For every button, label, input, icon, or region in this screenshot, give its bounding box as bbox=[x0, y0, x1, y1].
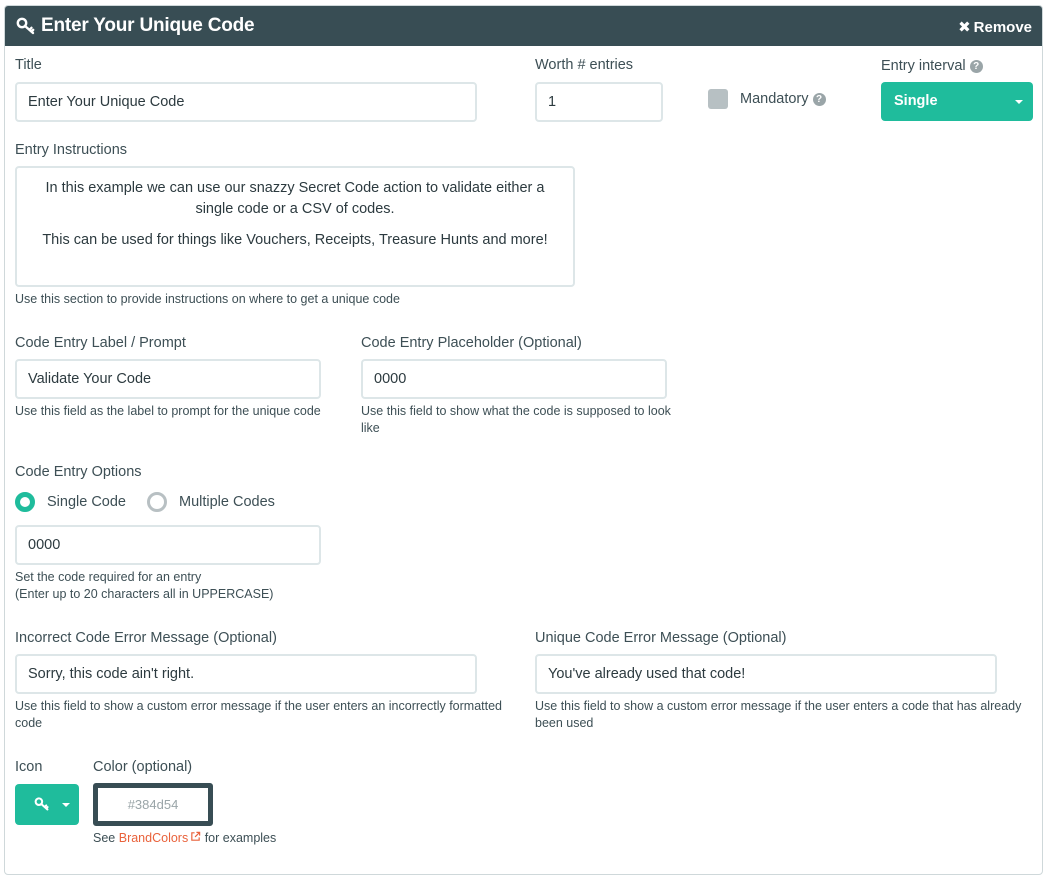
unique-error-help: Use this field to show a custom error me… bbox=[535, 699, 1022, 730]
external-link-icon bbox=[191, 831, 201, 841]
entry-interval-text: Entry interval bbox=[881, 58, 966, 74]
help-icon[interactable]: ? bbox=[812, 93, 826, 106]
multiple-codes-radio[interactable] bbox=[147, 492, 167, 512]
key-icon bbox=[34, 797, 49, 811]
help-icon[interactable]: ? bbox=[969, 60, 983, 73]
instructions-line-1: In this example we can use our snazzy Se… bbox=[45, 180, 545, 217]
title-input[interactable]: Enter Your Unique Code bbox=[15, 82, 477, 122]
entry-interval-select[interactable]: Single bbox=[881, 82, 1033, 121]
panel-header: Enter Your Unique Code ✖ Remove bbox=[5, 6, 1042, 46]
incorrect-error-input[interactable]: Sorry, this code ain't right. bbox=[15, 654, 477, 694]
entry-interval-value: Single bbox=[894, 93, 938, 109]
chevron-down-icon bbox=[62, 803, 70, 807]
mandatory-text: Mandatory bbox=[740, 91, 809, 107]
mandatory-label: Mandatory? bbox=[740, 91, 826, 107]
code-label-label: Code Entry Label / Prompt bbox=[15, 335, 186, 351]
worth-entries-input[interactable]: 1 bbox=[535, 82, 663, 122]
worth-entries-label: Worth # entries bbox=[535, 57, 634, 73]
color-help: See BrandColors for examples bbox=[93, 830, 276, 847]
color-help-prefix: See bbox=[93, 831, 116, 845]
code-placeholder-help: Use this field to show what the code is … bbox=[361, 404, 671, 435]
code-label-input[interactable]: Validate Your Code bbox=[15, 359, 321, 399]
remove-button[interactable]: ✖ Remove bbox=[958, 18, 1032, 36]
entry-interval-label: Entry interval? bbox=[881, 58, 983, 74]
panel-title: Enter Your Unique Code bbox=[41, 15, 255, 36]
close-icon: ✖ bbox=[958, 19, 971, 36]
instructions-textarea[interactable]: In this example we can use our snazzy Se… bbox=[15, 166, 575, 287]
multiple-codes-label[interactable]: Multiple Codes bbox=[179, 494, 275, 510]
instructions-label: Entry Instructions bbox=[15, 142, 128, 158]
code-value-input[interactable]: 0000 bbox=[15, 525, 321, 565]
icon-picker-button[interactable] bbox=[15, 784, 79, 825]
incorrect-error-label: Incorrect Code Error Message (Optional) bbox=[15, 630, 277, 646]
color-help-suffix: for examples bbox=[204, 831, 277, 845]
color-input[interactable]: #384d54 bbox=[93, 783, 213, 826]
key-icon bbox=[16, 17, 35, 35]
code-options-label: Code Entry Options bbox=[15, 464, 142, 480]
code-entry-panel: Enter Your Unique Code ✖ Remove Title Ent… bbox=[4, 5, 1043, 875]
title-label: Title bbox=[15, 57, 42, 73]
color-label: Color (optional) bbox=[93, 759, 193, 775]
chevron-down-icon bbox=[1015, 100, 1023, 104]
remove-label: Remove bbox=[973, 19, 1032, 36]
instructions-line-2: This can be used for things like Voucher… bbox=[42, 232, 548, 248]
code-label-help: Use this field as the label to prompt fo… bbox=[15, 404, 321, 418]
icon-label: Icon bbox=[15, 759, 43, 775]
instructions-help: Use this section to provide instructions… bbox=[15, 292, 400, 306]
code-value-help-1: Set the code required for an entry bbox=[15, 570, 202, 584]
code-placeholder-label: Code Entry Placeholder (Optional) bbox=[361, 335, 582, 351]
brandcolors-link[interactable]: BrandColors bbox=[119, 831, 201, 845]
code-placeholder-input[interactable]: 0000 bbox=[361, 359, 667, 399]
incorrect-error-help: Use this field to show a custom error me… bbox=[15, 699, 503, 730]
unique-error-input[interactable]: You've already used that code! bbox=[535, 654, 997, 694]
mandatory-checkbox[interactable] bbox=[708, 89, 728, 109]
single-code-label[interactable]: Single Code bbox=[47, 494, 126, 510]
brandcolors-link-text: BrandColors bbox=[118, 831, 189, 845]
single-code-radio[interactable] bbox=[15, 492, 35, 512]
unique-error-label: Unique Code Error Message (Optional) bbox=[535, 630, 787, 646]
code-value-help-2: (Enter up to 20 characters all in UPPERC… bbox=[15, 587, 274, 601]
